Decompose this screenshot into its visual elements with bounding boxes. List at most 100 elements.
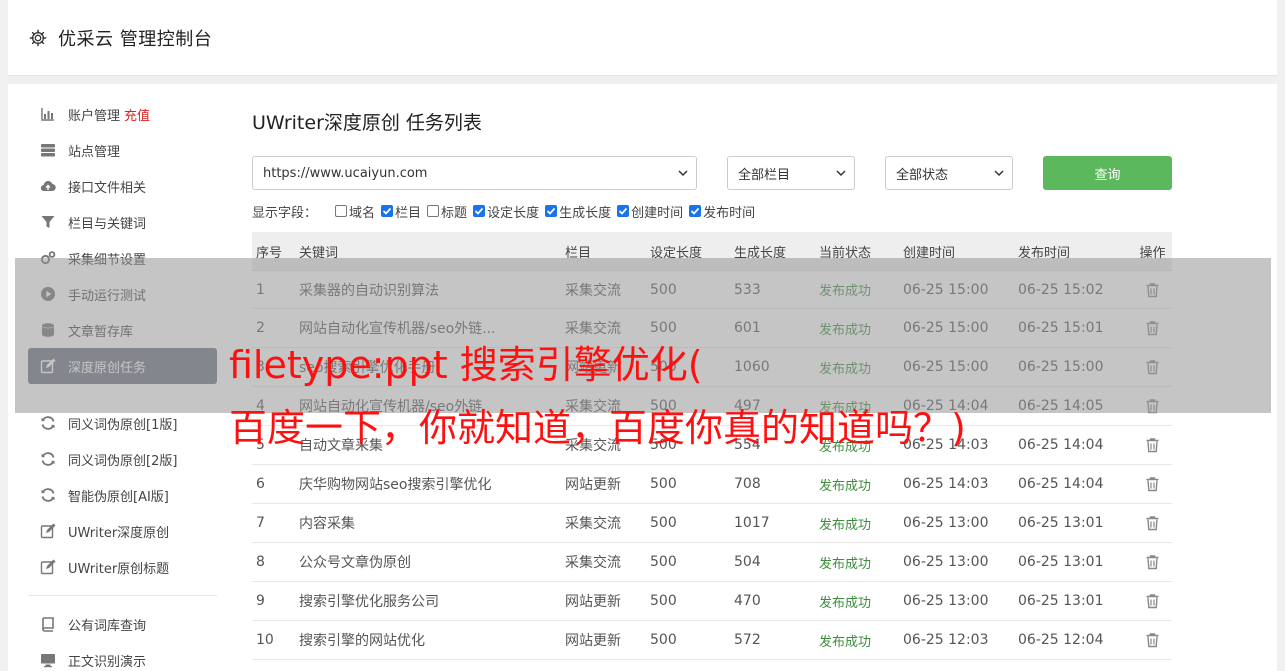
query-button[interactable]: 查询	[1043, 156, 1172, 190]
checkbox-unchecked-icon[interactable]	[427, 205, 440, 217]
table-cell: 500	[650, 554, 677, 570]
table-cell: 1017	[734, 515, 770, 531]
trash-icon[interactable]	[1133, 632, 1172, 648]
sidebar-item-label: 接口文件相关	[68, 180, 147, 196]
table-cell: 采集交流	[565, 555, 621, 571]
cloud-upload-icon	[38, 178, 58, 194]
checkbox-checked-icon[interactable]	[473, 205, 486, 217]
checkbox-checked-icon[interactable]	[545, 205, 558, 217]
field-checkbox-3[interactable]: 设定长度	[473, 202, 539, 221]
sidebar-item-group1-3[interactable]: 栏目与关键词	[28, 204, 217, 240]
sidebar-item-label: 智能伪原创[AI版]	[68, 489, 169, 505]
table-row: 8 公众号文章伪原创 采集交流 500 504 发布成功 06-25 13:00 06-25 …	[252, 543, 1172, 582]
table-cell: 庆华购物网站seo搜索引擎优化	[299, 477, 492, 493]
table-cell: 7	[256, 515, 265, 531]
table-cell: 搜索引擎的网站优化	[299, 633, 425, 649]
sidebar-item-group2-1[interactable]: 同义词伪原创[2版]	[28, 441, 217, 477]
table-cell: 06-25 12:03	[903, 632, 989, 648]
field-checkbox-label: 设定长度	[487, 205, 540, 221]
field-checkbox-label: 栏目	[395, 205, 422, 221]
edit-icon	[38, 559, 58, 575]
sidebar-item-group3-0[interactable]: 公有词库查询	[28, 606, 217, 642]
table-cell: 06-25 14:04	[1018, 476, 1104, 492]
sidebar-item-group2-3[interactable]: UWriter深度原创	[28, 513, 217, 549]
recharge-link[interactable]: 充值	[124, 105, 150, 124]
trash-icon[interactable]	[1133, 593, 1172, 609]
table-cell: 470	[734, 593, 761, 609]
table-cell: 9	[256, 593, 265, 609]
filter-icon	[38, 214, 58, 230]
checkbox-checked-icon[interactable]	[689, 205, 702, 217]
bar-chart-icon	[38, 106, 58, 122]
sidebar-item-group3-1[interactable]: 正文识别演示	[28, 642, 217, 671]
site-select-value: https://www.ucaiyun.com	[263, 165, 428, 181]
book-icon	[38, 616, 58, 632]
refresh-icon	[38, 415, 58, 431]
display-fields-label: 显示字段：	[252, 205, 318, 221]
table-cell: 6	[256, 476, 265, 492]
table-cell: 572	[734, 632, 761, 648]
table-cell: 网站更新	[565, 477, 621, 493]
table-cell: 06-25 13:00	[903, 515, 989, 531]
sidebar-item-group1-2[interactable]: 接口文件相关	[28, 168, 217, 204]
field-checkbox-5[interactable]: 创建时间	[617, 202, 683, 221]
field-checkbox-4[interactable]: 生成长度	[545, 202, 611, 221]
field-checkbox-label: 域名	[349, 205, 376, 221]
table-cell: 500	[650, 632, 677, 648]
checkbox-unchecked-icon[interactable]	[335, 205, 348, 217]
sidebar-item-label: 栏目与关键词	[68, 216, 147, 232]
sidebar-item-group2-2[interactable]: 智能伪原创[AI版]	[28, 477, 217, 513]
filter-bar: https://www.ucaiyun.com 全部栏目 全部状态 查询	[252, 156, 1172, 190]
table-row: 9 搜索引擎优化服务公司 网站更新 500 470 发布成功 06-25 13:00 06-2…	[252, 582, 1172, 621]
field-checkbox-1[interactable]: 栏目	[381, 202, 421, 221]
table-cell: 06-25 14:03	[903, 476, 989, 492]
table-cell: 搜索引擎优化服务公司	[299, 594, 439, 610]
app-title: 优采云 管理控制台	[58, 28, 213, 50]
table-row: 7 内容采集 采集交流 500 1017 发布成功 06-25 13:00 06-25 13:…	[252, 504, 1172, 543]
checkbox-checked-icon[interactable]	[617, 205, 630, 217]
table-cell: 06-25 13:01	[1018, 593, 1104, 609]
sidebar-item-group1-0[interactable]: 账户管理 充值	[28, 96, 217, 132]
server-icon	[38, 142, 58, 158]
overlay-subtitle: 百度一下，你就知道，百度你真的知道吗？)	[229, 406, 966, 450]
sidebar-divider	[28, 595, 217, 596]
overlay-title: filetype:ppt 搜索引擎优化(	[229, 343, 703, 387]
table-cell: 发布成功	[819, 595, 872, 611]
status-select-value: 全部状态	[896, 167, 949, 183]
field-checkbox-0[interactable]: 域名	[335, 202, 375, 221]
sidebar-item-label: 站点管理	[68, 144, 121, 160]
sidebar-item-label: 同义词伪原创[1版]	[68, 417, 178, 433]
table-cell: 504	[734, 554, 761, 570]
table-row: 6 庆华购物网站seo搜索引擎优化 网站更新 500 708 发布成功 06-25 14:0…	[252, 465, 1172, 504]
table-cell: 06-25 14:04	[1018, 437, 1104, 453]
sidebar-item-label: UWriter深度原创	[68, 525, 170, 541]
status-select[interactable]: 全部状态	[885, 156, 1013, 190]
field-checkbox-label: 发布时间	[703, 205, 756, 221]
sidebar-item-group1-1[interactable]: 站点管理	[28, 132, 217, 168]
page-title: UWriter深度原创 任务列表	[252, 112, 482, 134]
trash-icon[interactable]	[1133, 437, 1172, 453]
chevron-down-icon	[836, 170, 846, 177]
table-cell: 发布成功	[819, 478, 872, 494]
checkbox-checked-icon[interactable]	[381, 205, 394, 217]
trash-icon[interactable]	[1133, 515, 1172, 531]
table-cell: 内容采集	[299, 516, 355, 532]
table-cell: 公众号文章伪原创	[299, 555, 411, 571]
table-cell: 708	[734, 476, 761, 492]
column-select[interactable]: 全部栏目	[727, 156, 855, 190]
table-cell: 500	[650, 515, 677, 531]
edit-icon	[38, 523, 58, 539]
trash-icon[interactable]	[1133, 554, 1172, 570]
table-cell: 06-25 13:01	[1018, 554, 1104, 570]
trash-icon[interactable]	[1133, 476, 1172, 492]
table-cell: 10	[256, 632, 274, 648]
column-select-value: 全部栏目	[738, 167, 791, 183]
field-checkbox-6[interactable]: 发布时间	[689, 202, 755, 221]
top-header: 优采云 管理控制台	[8, 0, 1277, 76]
sidebar-item-group2-4[interactable]: UWriter原创标题	[28, 549, 217, 585]
table-cell: 06-25 13:00	[903, 554, 989, 570]
site-select[interactable]: https://www.ucaiyun.com	[252, 156, 697, 190]
sidebar-item-label: 同义词伪原创[2版]	[68, 453, 178, 469]
field-checkbox-2[interactable]: 标题	[427, 202, 467, 221]
refresh-icon	[38, 451, 58, 467]
